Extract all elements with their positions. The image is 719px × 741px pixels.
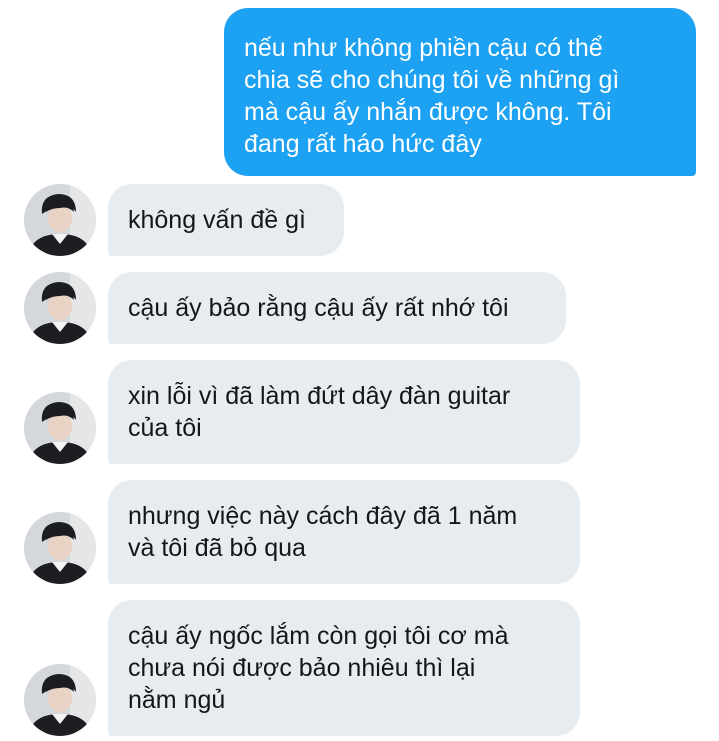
- incoming-message-row: cậu ấy ngốc lắm còn gọi tôi cơ mà chưa n…: [0, 600, 719, 736]
- incoming-message-bubble[interactable]: không vấn đề gì: [108, 184, 344, 256]
- incoming-message-row: xin lỗi vì đã làm đứt dây đàn guitar của…: [0, 360, 719, 464]
- incoming-message-bubble[interactable]: xin lỗi vì đã làm đứt dây đàn guitar của…: [108, 360, 580, 464]
- avatar[interactable]: [24, 664, 96, 736]
- incoming-message-row: nhưng việc này cách đây đã 1 năm và tôi …: [0, 480, 719, 584]
- chat-conversation: nếu như không phiền cậu có thể chia sẽ c…: [0, 0, 719, 741]
- incoming-message-bubble[interactable]: cậu ấy ngốc lắm còn gọi tôi cơ mà chưa n…: [108, 600, 580, 736]
- avatar-photo-icon: [24, 184, 96, 256]
- avatar-photo-icon: [24, 512, 96, 584]
- avatar-photo-icon: [24, 272, 96, 344]
- avatar[interactable]: [24, 512, 96, 584]
- incoming-message-bubble[interactable]: nhưng việc này cách đây đã 1 năm và tôi …: [108, 480, 580, 584]
- avatar[interactable]: [24, 392, 96, 464]
- avatar[interactable]: [24, 272, 96, 344]
- outgoing-message-bubble[interactable]: nếu như không phiền cậu có thể chia sẽ c…: [224, 8, 696, 176]
- avatar-photo-icon: [24, 392, 96, 464]
- avatar[interactable]: [24, 184, 96, 256]
- incoming-message-row: không vấn đề gì: [0, 184, 719, 256]
- incoming-message-row: cậu ấy bảo rằng cậu ấy rất nhớ tôi: [0, 272, 719, 344]
- avatar-photo-icon: [24, 664, 96, 736]
- incoming-message-bubble[interactable]: cậu ấy bảo rằng cậu ấy rất nhớ tôi: [108, 272, 566, 344]
